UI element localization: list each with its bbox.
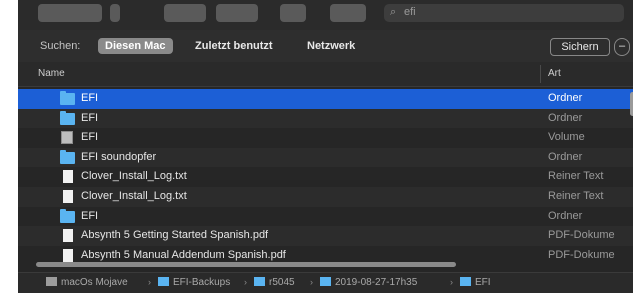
path-item[interactable]: EFI bbox=[460, 277, 491, 288]
file-name: EFI bbox=[81, 131, 99, 144]
file-row[interactable]: EFI Ordner bbox=[18, 206, 633, 227]
volume-icon bbox=[61, 131, 73, 145]
path-item[interactable]: macOs Mojave bbox=[46, 277, 128, 288]
path-item[interactable]: r5045 bbox=[254, 277, 295, 288]
folder-icon bbox=[60, 110, 75, 125]
path-item[interactable]: 2019-08-27-17h35 bbox=[320, 277, 417, 288]
file-name: EFI bbox=[81, 111, 99, 124]
document-icon bbox=[63, 229, 73, 243]
file-row[interactable]: Absynth 5 Getting Started Spanish.pdf PD… bbox=[18, 226, 633, 246]
folder-icon bbox=[60, 208, 75, 223]
list-view-icon[interactable] bbox=[110, 4, 120, 22]
disk-icon bbox=[46, 277, 57, 286]
toolbar: ⌕ efi bbox=[18, 0, 633, 31]
tag-icon[interactable] bbox=[330, 4, 366, 22]
file-row[interactable]: Clover_Install_Log.txt Reiner Text bbox=[18, 186, 633, 207]
column-divider[interactable] bbox=[540, 65, 541, 83]
file-name: Absynth 5 Manual Addendum Spanish.pdf bbox=[81, 248, 286, 261]
column-header: Name Art bbox=[18, 62, 633, 87]
scope-network-button[interactable]: Netzwerk bbox=[300, 38, 362, 54]
search-icon: ⌕ bbox=[390, 6, 397, 18]
folder-icon bbox=[320, 277, 331, 286]
file-row[interactable]: EFI Ordner bbox=[18, 89, 633, 109]
folder-icon bbox=[254, 277, 265, 286]
path-bar: macOs Mojave › EFI-Backups › r5045 › 201… bbox=[18, 272, 633, 293]
file-kind: Reiner Text bbox=[548, 189, 604, 202]
chevron-right-icon: › bbox=[310, 277, 313, 287]
remove-criteria-button[interactable]: – bbox=[614, 38, 630, 56]
search-input[interactable]: ⌕ efi bbox=[384, 4, 624, 22]
chevron-right-icon: › bbox=[244, 277, 247, 287]
chevron-right-icon: › bbox=[148, 277, 151, 287]
file-row[interactable]: EFI Volume bbox=[18, 128, 633, 148]
scope-label: Suchen: bbox=[40, 40, 81, 52]
scope-recent-button[interactable]: Zuletzt benutzt bbox=[188, 38, 280, 54]
file-kind: Reiner Text bbox=[548, 170, 604, 183]
file-name: EFI bbox=[81, 209, 99, 222]
column-kind-header[interactable]: Art bbox=[548, 68, 561, 79]
file-row[interactable]: EFI soundopfer Ordner bbox=[18, 147, 633, 168]
file-name: EFI soundopfer bbox=[81, 150, 157, 163]
document-icon bbox=[63, 189, 73, 203]
file-kind: PDF-Dokume bbox=[548, 229, 615, 242]
file-name: Absynth 5 Getting Started Spanish.pdf bbox=[81, 229, 269, 242]
scope-this-mac-button[interactable]: Diesen Mac bbox=[98, 38, 173, 54]
file-kind: Ordner bbox=[548, 111, 583, 124]
document-icon bbox=[63, 248, 73, 262]
file-row[interactable]: Clover_Install_Log.txt Reiner Text bbox=[18, 167, 633, 187]
file-kind: Ordner bbox=[548, 150, 583, 163]
file-row[interactable]: EFI Ordner bbox=[18, 108, 633, 129]
file-kind: Ordner bbox=[548, 92, 583, 104]
folder-icon bbox=[460, 277, 471, 286]
left-margin bbox=[0, 0, 18, 297]
file-kind: PDF-Dokume bbox=[548, 248, 615, 261]
file-name: EFI bbox=[81, 92, 99, 104]
search-value: efi bbox=[404, 6, 416, 18]
file-name: Clover_Install_Log.txt bbox=[81, 189, 187, 202]
file-name: Clover_Install_Log.txt bbox=[81, 170, 187, 183]
share-icon[interactable] bbox=[280, 4, 306, 22]
file-kind: Ordner bbox=[548, 209, 583, 222]
document-icon bbox=[63, 170, 73, 184]
save-search-button[interactable]: Sichern bbox=[550, 38, 610, 56]
search-scope-bar: Suchen: Diesen Mac Zuletzt benutzt Netzw… bbox=[18, 30, 633, 62]
vertical-scrollbar[interactable] bbox=[630, 92, 633, 116]
folder-icon bbox=[60, 91, 75, 105]
horizontal-scrollbar[interactable] bbox=[36, 262, 456, 267]
path-item[interactable]: EFI-Backups bbox=[158, 277, 230, 288]
folder-icon bbox=[158, 277, 169, 286]
file-list: EFI Ordner EFI Ordner EFI Volume EFI sou… bbox=[18, 89, 633, 266]
gear-icon[interactable] bbox=[216, 4, 258, 22]
finder-window: ⌕ efi Suchen: Diesen Mac Zuletzt benutzt… bbox=[18, 0, 633, 293]
group-icon[interactable] bbox=[164, 4, 206, 22]
view-mode-segmented-control[interactable] bbox=[38, 4, 102, 22]
column-name-header[interactable]: Name bbox=[38, 68, 65, 79]
chevron-right-icon: › bbox=[450, 277, 453, 287]
folder-icon bbox=[60, 149, 75, 164]
file-kind: Volume bbox=[548, 131, 585, 144]
